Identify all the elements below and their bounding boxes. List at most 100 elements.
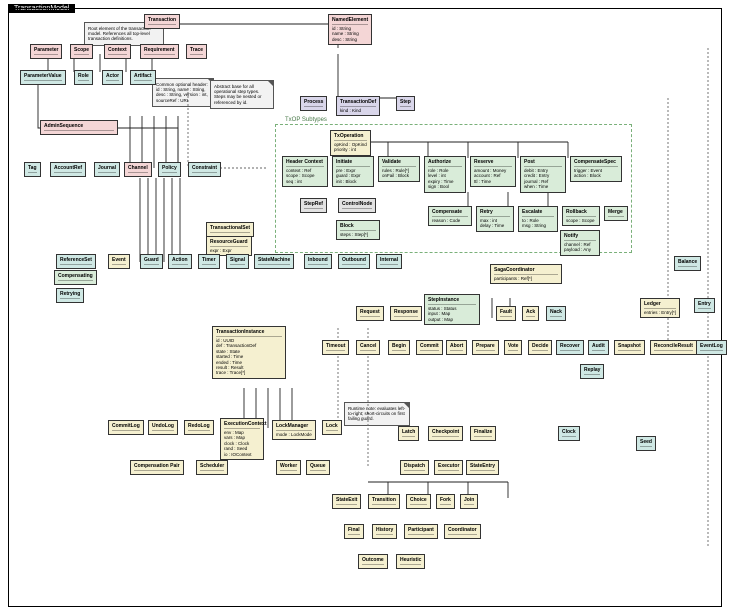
class-node[interactable]: Dispatch — [400, 460, 429, 475]
class-node[interactable]: StepRef — [300, 198, 327, 213]
class-node[interactable]: Requirement — [140, 44, 179, 59]
class-node[interactable]: Postdebit : Entrycredit : Entryjournal :… — [520, 156, 566, 193]
class-node[interactable]: Audit — [588, 340, 609, 355]
class-node[interactable]: StateExit — [332, 494, 361, 509]
class-node[interactable]: Channel — [124, 162, 152, 177]
class-node[interactable]: Transition — [368, 494, 400, 509]
class-node[interactable]: ReconcileResult — [650, 340, 697, 355]
class-node[interactable]: AdminSequence — [40, 120, 118, 135]
class-node[interactable]: TxOperationopKind : OpKindpriority : int — [330, 130, 371, 156]
class-node[interactable]: TransactionInstanceid : UUIDdef : Transa… — [212, 326, 286, 379]
class-node[interactable]: Begin — [388, 340, 410, 355]
class-node[interactable]: Notifychannel : Refpayload : Any — [560, 230, 600, 256]
class-node[interactable]: Clock — [558, 426, 580, 441]
class-node[interactable]: Inbound — [304, 254, 332, 269]
class-node[interactable]: Timeout — [322, 340, 349, 355]
class-node[interactable]: Fault — [496, 306, 516, 321]
class-node[interactable]: Reserveamount : Moneyaccount : Refttl : … — [470, 156, 516, 187]
class-node[interactable]: Ledgerentries : Entry[*] — [640, 298, 680, 318]
class-node[interactable]: CommitLog — [108, 420, 144, 435]
class-node[interactable]: Latch — [398, 426, 419, 441]
class-node[interactable]: Trace — [186, 44, 207, 59]
class-node[interactable]: History — [372, 524, 397, 539]
class-node[interactable]: Retrymax : intdelay : Time — [476, 206, 514, 232]
class-node[interactable]: AccountRef — [50, 162, 86, 177]
class-node[interactable]: Final — [344, 524, 364, 539]
class-node[interactable]: Scheduler — [196, 460, 228, 475]
class-node[interactable]: Merge — [604, 206, 628, 221]
class-node[interactable]: UndoLog — [148, 420, 178, 435]
class-node[interactable]: StateMachine — [254, 254, 294, 269]
class-node[interactable]: Constraint — [188, 162, 221, 177]
class-node[interactable]: Role — [74, 70, 93, 85]
class-node[interactable]: ExecutionContextenv : Mapvars : Mapclock… — [220, 418, 264, 460]
class-node[interactable]: Abort — [446, 340, 467, 355]
class-node[interactable]: Cancel — [356, 340, 380, 355]
class-node[interactable]: Compensation Pair — [130, 460, 184, 475]
class-node[interactable]: Process — [300, 96, 327, 111]
class-node[interactable]: Step — [396, 96, 415, 111]
class-node[interactable]: ControlNode — [338, 198, 376, 213]
class-node[interactable]: ReferenceSet — [56, 254, 96, 269]
class-node[interactable]: Outcome — [358, 554, 388, 569]
class-node[interactable]: EventLog — [696, 340, 727, 355]
class-node[interactable]: Ack — [522, 306, 539, 321]
class-node[interactable]: Vote — [504, 340, 522, 355]
class-node[interactable]: Journal — [94, 162, 120, 177]
class-node[interactable]: ParameterValue — [20, 70, 66, 85]
class-node[interactable]: Validaterules : Rule[*]onFail : Block — [378, 156, 420, 182]
class-node[interactable]: Rollbackscope : Scope — [562, 206, 600, 226]
class-node[interactable]: NamedElementid : Stringname : Stringdesc… — [328, 14, 372, 45]
class-node[interactable]: StateEntry — [466, 460, 499, 475]
class-node[interactable]: Checkpoint — [428, 426, 463, 441]
class-node[interactable]: Authorizerole : Rolelevel : intexpiry : … — [424, 156, 466, 193]
class-node[interactable]: Commit — [416, 340, 443, 355]
class-node[interactable]: Scope — [70, 44, 93, 59]
class-node[interactable]: Actor — [102, 70, 123, 85]
class-node[interactable]: Initiatepre : Exprguard : Exprinit : Blo… — [332, 156, 374, 187]
class-node[interactable]: Compensatereason : Code — [428, 206, 472, 226]
class-node[interactable]: Balance — [674, 256, 701, 271]
class-node[interactable]: TransactionalSet — [206, 222, 254, 237]
class-node[interactable]: Context — [104, 44, 131, 59]
class-node[interactable]: Compensating — [54, 270, 97, 285]
class-node[interactable]: Recover — [556, 340, 584, 355]
class-node[interactable]: SagaCoordinatorparticipants : Ref[*] — [490, 264, 562, 284]
class-node[interactable]: Choice — [406, 494, 431, 509]
class-node[interactable]: Event — [108, 254, 130, 269]
class-node[interactable]: Prepare — [472, 340, 499, 355]
class-node[interactable]: Snapshot — [614, 340, 645, 355]
class-node[interactable]: Nack — [546, 306, 566, 321]
class-node[interactable]: Seed — [636, 436, 656, 451]
class-node[interactable]: Outbound — [338, 254, 370, 269]
class-node[interactable]: Entry — [694, 298, 715, 313]
class-node[interactable]: Signal — [226, 254, 249, 269]
class-node[interactable]: Policy — [158, 162, 181, 177]
class-node[interactable]: Replay — [580, 364, 604, 379]
class-node[interactable]: Action — [168, 254, 192, 269]
class-node[interactable]: LockManagermode : LockMode — [272, 420, 316, 440]
class-node[interactable]: Header Contextcontext : Refscope : Scope… — [282, 156, 328, 187]
class-node[interactable]: Internal — [376, 254, 402, 269]
class-node[interactable]: Heuristic — [396, 554, 425, 569]
class-node[interactable]: Escalateto : Rolemsg : String — [518, 206, 558, 232]
class-node[interactable]: Participant — [404, 524, 438, 539]
class-node[interactable]: CompensateSpectrigger : Eventaction : Bl… — [570, 156, 622, 182]
class-node[interactable]: Coordinator — [444, 524, 481, 539]
class-node[interactable]: Artifact — [130, 70, 156, 85]
class-node[interactable]: Tag — [24, 162, 41, 177]
class-node[interactable]: RedoLog — [184, 420, 214, 435]
class-node[interactable]: Queue — [306, 460, 330, 475]
class-node[interactable]: Lock — [322, 420, 342, 435]
class-node[interactable]: Worker — [276, 460, 301, 475]
class-node[interactable]: Request — [356, 306, 384, 321]
class-node[interactable]: Timer — [198, 254, 220, 269]
class-node[interactable]: TransactionDefkind : Kind — [336, 96, 380, 116]
class-node[interactable]: Response — [390, 306, 422, 321]
class-node[interactable]: Executor — [434, 460, 463, 475]
class-node[interactable]: Finalize — [470, 426, 496, 441]
class-node[interactable]: Join — [460, 494, 478, 509]
class-node[interactable]: Blocksteps : Step[*] — [336, 220, 380, 240]
class-node[interactable]: Guard — [140, 254, 163, 269]
class-node[interactable]: Parameter — [30, 44, 62, 59]
